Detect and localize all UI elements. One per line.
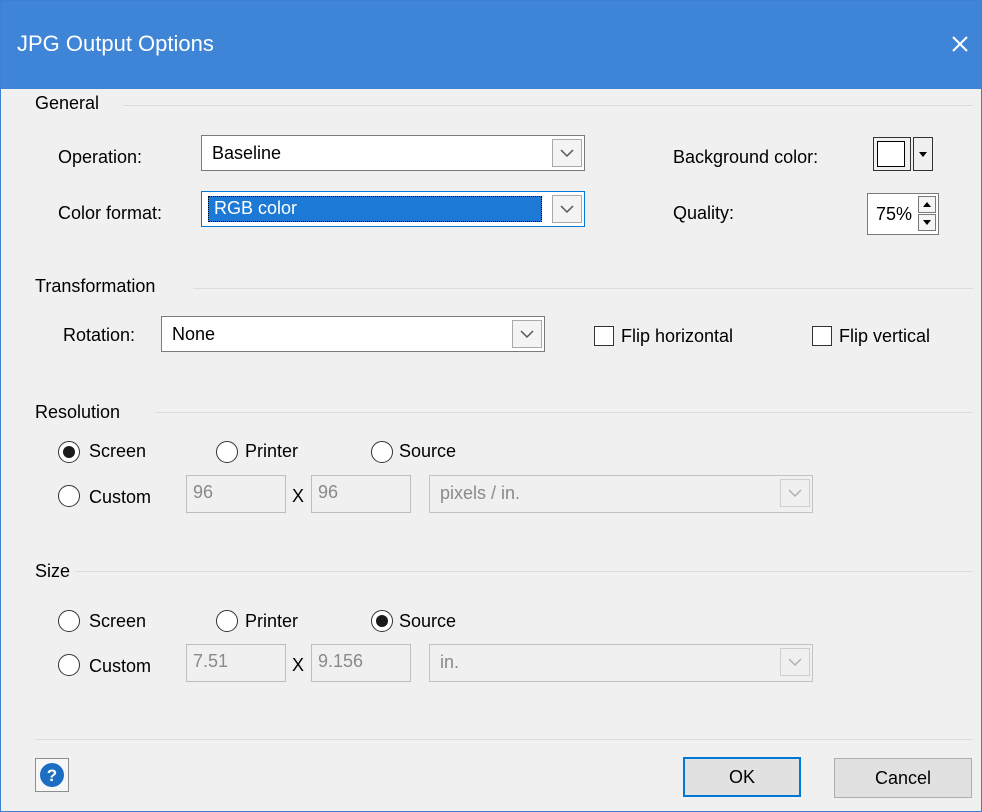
quality-label: Quality: (673, 203, 735, 223)
resolution-source-label[interactable]: Source (399, 441, 456, 462)
close-icon (952, 36, 968, 52)
size-source-radio[interactable] (371, 610, 393, 632)
size-custom-width-input[interactable]: 7.51 (186, 644, 286, 682)
section-general-label: General (35, 93, 100, 113)
close-button[interactable] (941, 25, 979, 63)
rotation-label: Rotation: (63, 325, 136, 345)
chevron-down-icon (560, 205, 574, 214)
size-custom-height-input[interactable]: 9.156 (311, 644, 411, 682)
quality-decrease-button[interactable] (918, 214, 936, 231)
size-printer-label[interactable]: Printer (245, 611, 298, 632)
section-size-label: Size (35, 561, 71, 581)
operation-label: Operation: (58, 147, 143, 167)
color-format-dropdown-button[interactable] (552, 195, 582, 223)
size-printer-radio[interactable] (216, 610, 238, 632)
ok-button[interactable]: OK (683, 757, 801, 797)
section-resolution-divider (155, 412, 973, 413)
resolution-unit-value: pixels / in. (440, 483, 521, 503)
resolution-printer-radio[interactable] (216, 441, 238, 463)
flip-vertical-checkbox[interactable] (812, 326, 832, 346)
flip-horizontal-checkbox[interactable] (594, 326, 614, 346)
dialog-title: JPG Output Options (17, 31, 214, 56)
section-general-divider (123, 105, 973, 106)
title-bar: JPG Output Options (1, 1, 981, 89)
resolution-custom-x-value: 96 (193, 482, 214, 502)
color-format-selected-field: RGB color (208, 196, 542, 222)
section-resolution-label: Resolution (35, 402, 121, 422)
size-custom-radio[interactable] (58, 654, 80, 676)
jpg-output-options-dialog: JPG Output Options General Operation: Ba… (0, 0, 982, 812)
chevron-down-icon (520, 330, 534, 339)
help-icon: ? (40, 763, 64, 787)
background-color-label: Background color: (673, 147, 819, 167)
quality-spinner[interactable]: 75% (867, 193, 939, 235)
resolution-screen-label[interactable]: Screen (89, 441, 146, 462)
size-x-separator: X (292, 655, 305, 675)
resolution-unit-dropdown[interactable]: pixels / in. (429, 475, 813, 513)
operation-value: Baseline (212, 143, 282, 163)
quality-value: 75% (876, 204, 913, 224)
resolution-custom-label[interactable]: Custom (89, 487, 151, 508)
svg-text:?: ? (47, 766, 57, 785)
flip-vertical-label[interactable]: Flip vertical (839, 326, 930, 347)
resolution-screen-radio[interactable] (58, 441, 80, 463)
chevron-down-icon (560, 149, 574, 158)
size-screen-radio[interactable] (58, 610, 80, 632)
section-transformation-label: Transformation (35, 276, 156, 296)
background-color-dropdown-button[interactable] (913, 137, 933, 171)
operation-dropdown-button[interactable] (552, 139, 582, 167)
background-color-picker[interactable] (873, 137, 911, 171)
chevron-down-icon (788, 489, 802, 498)
resolution-x-separator: X (292, 486, 305, 506)
cancel-button[interactable]: Cancel (834, 758, 972, 798)
color-format-label: Color format: (58, 203, 163, 223)
size-unit-dropdown[interactable]: in. (429, 644, 813, 682)
resolution-source-radio[interactable] (371, 441, 393, 463)
size-custom-width-value: 7.51 (193, 651, 229, 671)
resolution-custom-y-input[interactable]: 96 (311, 475, 411, 513)
size-unit-value: in. (440, 652, 460, 672)
quality-increase-button[interactable] (918, 196, 936, 213)
color-format-value: RGB color (214, 198, 298, 218)
color-format-dropdown[interactable]: RGB color (201, 191, 585, 227)
arrow-up-icon (923, 202, 931, 207)
footer-divider (35, 739, 973, 740)
section-size-divider (75, 571, 973, 572)
rotation-value: None (172, 324, 216, 344)
size-screen-label[interactable]: Screen (89, 611, 146, 632)
help-button[interactable]: ? (35, 758, 69, 792)
resolution-printer-label[interactable]: Printer (245, 441, 298, 462)
chevron-down-icon (788, 658, 802, 667)
size-source-label[interactable]: Source (399, 611, 456, 632)
size-custom-label[interactable]: Custom (89, 656, 151, 677)
arrow-down-icon (923, 220, 931, 225)
size-custom-height-value: 9.156 (318, 651, 364, 671)
resolution-custom-y-value: 96 (318, 482, 339, 502)
size-unit-dropdown-button[interactable] (780, 648, 810, 676)
resolution-custom-radio[interactable] (58, 485, 80, 507)
operation-dropdown[interactable]: Baseline (201, 135, 585, 171)
rotation-dropdown[interactable]: None (161, 316, 545, 352)
flip-horizontal-label[interactable]: Flip horizontal (621, 326, 733, 347)
caret-down-icon (919, 152, 927, 157)
background-color-swatch (877, 141, 905, 167)
section-transformation-divider (193, 288, 973, 289)
resolution-custom-x-input[interactable]: 96 (186, 475, 286, 513)
resolution-unit-dropdown-button[interactable] (780, 479, 810, 507)
rotation-dropdown-button[interactable] (512, 320, 542, 348)
